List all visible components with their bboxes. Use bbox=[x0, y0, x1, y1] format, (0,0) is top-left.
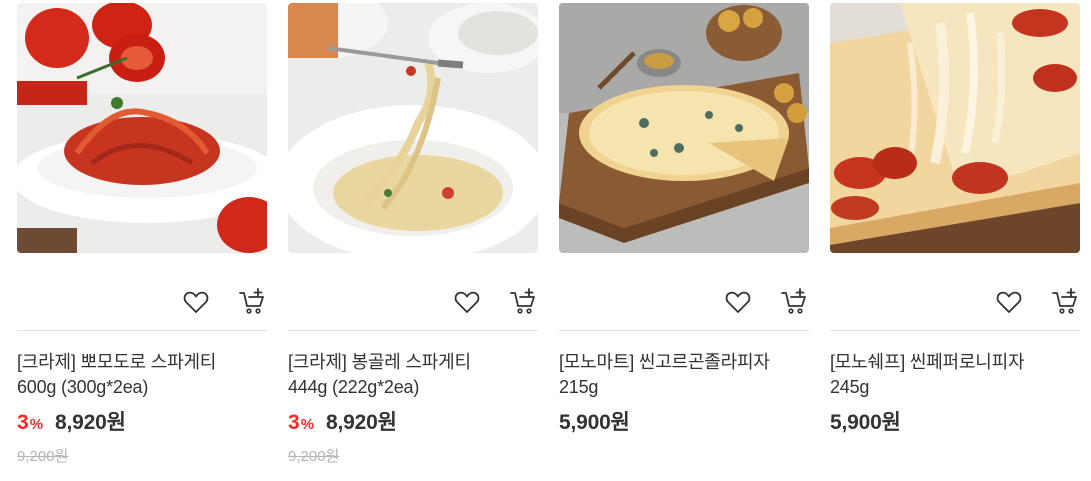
discount-rate: 3% bbox=[17, 411, 44, 434]
cart-plus-icon[interactable] bbox=[237, 287, 267, 317]
cart-plus-icon[interactable] bbox=[508, 287, 538, 317]
product-name[interactable]: [모노쉐프] 씬페퍼로니피자 245g bbox=[830, 350, 1080, 400]
product-name[interactable]: [크라제] 뽀모도로 스파게티 600g (300g*2ea) bbox=[17, 350, 267, 400]
product-image-gorgonzola-pizza[interactable] bbox=[559, 3, 809, 253]
sale-price: 8,920원 bbox=[55, 411, 126, 434]
price-row: 5,900원 bbox=[559, 406, 809, 436]
cart-plus-icon[interactable] bbox=[779, 287, 809, 317]
product-image-pepperoni-pizza[interactable] bbox=[830, 3, 1080, 253]
heart-outline-icon[interactable] bbox=[452, 287, 482, 317]
price-row: 3% 8,920원 bbox=[17, 406, 267, 436]
product-card[interactable]: [크라제] 봉골레 스파게티 444g (222g*2ea) 3% 8,920원… bbox=[288, 3, 538, 466]
discount-rate: 3% bbox=[288, 411, 315, 434]
product-card[interactable]: [크라제] 뽀모도로 스파게티 600g (300g*2ea) 3% 8,920… bbox=[17, 3, 267, 466]
sale-price: 8,920원 bbox=[326, 411, 397, 434]
product-grid: [크라제] 뽀모도로 스파게티 600g (300g*2ea) 3% 8,920… bbox=[17, 3, 1080, 466]
product-actions bbox=[17, 253, 267, 331]
sale-price: 5,900원 bbox=[830, 411, 901, 434]
product-image-vongole-spaghetti[interactable] bbox=[288, 3, 538, 253]
product-image-tomato-spaghetti[interactable] bbox=[17, 3, 267, 253]
price-row: 5,900원 bbox=[830, 406, 1080, 436]
product-card[interactable]: [모노마트] 씬고르곤졸라피자 215g 5,900원 bbox=[559, 3, 809, 466]
cart-plus-icon[interactable] bbox=[1050, 287, 1080, 317]
product-name[interactable]: [모노마트] 씬고르곤졸라피자 215g bbox=[559, 350, 809, 400]
product-actions bbox=[559, 253, 809, 331]
product-actions bbox=[830, 253, 1080, 331]
heart-outline-icon[interactable] bbox=[723, 287, 753, 317]
heart-outline-icon[interactable] bbox=[994, 287, 1024, 317]
product-actions bbox=[288, 253, 538, 331]
original-price: 9,200원 bbox=[17, 448, 69, 465]
original-price: 9,200원 bbox=[288, 448, 340, 465]
product-name[interactable]: [크라제] 봉골레 스파게티 444g (222g*2ea) bbox=[288, 350, 538, 400]
product-card[interactable]: [모노쉐프] 씬페퍼로니피자 245g 5,900원 bbox=[830, 3, 1080, 466]
price-row: 3% 8,920원 bbox=[288, 406, 538, 436]
sale-price: 5,900원 bbox=[559, 411, 630, 434]
heart-outline-icon[interactable] bbox=[181, 287, 211, 317]
